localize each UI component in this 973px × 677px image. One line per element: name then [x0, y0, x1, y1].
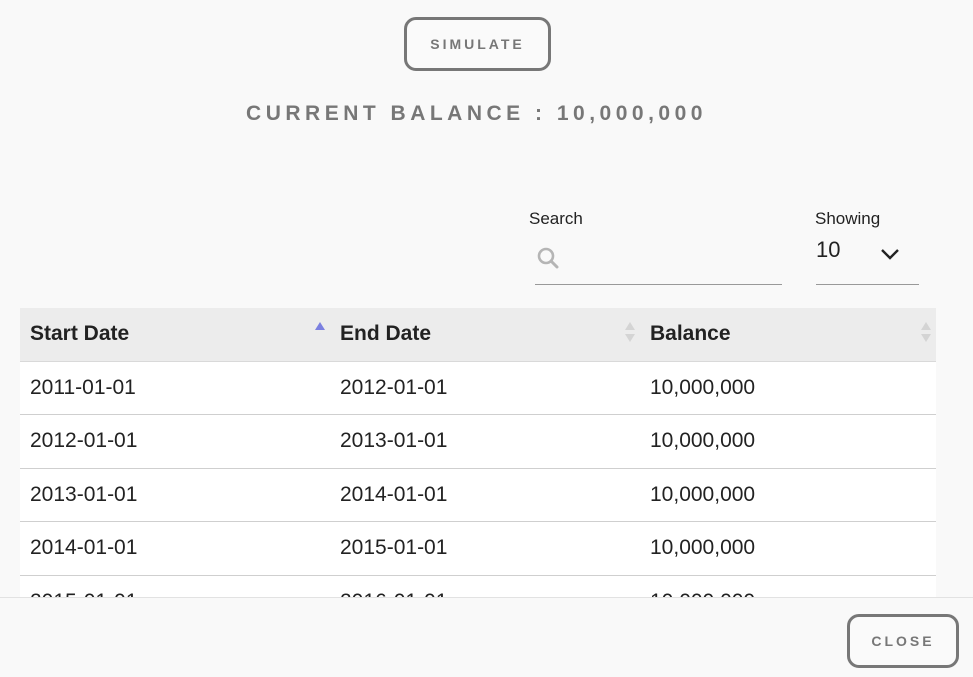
cell-start-date: 2015-01-01 — [20, 575, 330, 597]
cell-start-date: 2011-01-01 — [20, 361, 330, 415]
cell-end-date: 2016-01-01 — [330, 575, 640, 597]
cell-start-date: 2012-01-01 — [20, 414, 330, 469]
cell-balance: 10,000,000 — [640, 414, 936, 469]
column-header-balance[interactable]: Balance — [640, 308, 936, 362]
column-label: End Date — [340, 322, 432, 346]
showing-select[interactable]: 10 — [816, 234, 919, 285]
results-table: Start Date End Date Balance 2011-01-01 2… — [20, 308, 936, 597]
sort-icon — [625, 322, 635, 342]
table-row: 2012-01-01 2013-01-01 10,000,000 — [20, 414, 936, 469]
showing-value: 10 — [816, 237, 841, 262]
cell-balance: 10,000,000 — [640, 361, 936, 415]
cell-end-date: 2014-01-01 — [330, 468, 640, 522]
search-label: Search — [529, 209, 583, 228]
cell-start-date: 2014-01-01 — [20, 521, 330, 576]
cell-balance: 10,000,000 — [640, 575, 936, 597]
table-header-row: Start Date End Date Balance — [20, 308, 936, 362]
simulate-button[interactable]: SIMULATE — [404, 17, 551, 71]
column-label: Balance — [650, 322, 731, 346]
current-balance: CURRENT BALANCE : 10,000,000 — [246, 102, 707, 125]
chevron-down-icon — [881, 249, 899, 260]
cell-start-date: 2013-01-01 — [20, 468, 330, 522]
search-input[interactable] — [567, 241, 777, 277]
sort-ascending-icon — [315, 322, 325, 330]
cell-end-date: 2015-01-01 — [330, 521, 640, 576]
cell-end-date: 2013-01-01 — [330, 414, 640, 469]
sort-icon — [921, 322, 931, 342]
cell-end-date: 2012-01-01 — [330, 361, 640, 415]
table-row: 2015-01-01 2016-01-01 10,000,000 — [20, 575, 936, 597]
table-row: 2014-01-01 2015-01-01 10,000,000 — [20, 521, 936, 576]
close-button[interactable]: CLOSE — [847, 614, 959, 668]
column-header-start-date[interactable]: Start Date — [20, 308, 330, 362]
column-label: Start Date — [30, 322, 130, 346]
modal-footer: CLOSE — [0, 597, 973, 677]
cell-balance: 10,000,000 — [640, 521, 936, 576]
table-row: 2011-01-01 2012-01-01 10,000,000 — [20, 361, 936, 415]
column-header-end-date[interactable]: End Date — [330, 308, 640, 362]
showing-label: Showing — [815, 209, 881, 228]
search-field — [535, 237, 782, 285]
results-table-container: Start Date End Date Balance 2011-01-01 2… — [20, 308, 936, 597]
table-row: 2013-01-01 2014-01-01 10,000,000 — [20, 468, 936, 522]
search-icon — [537, 247, 559, 269]
simulation-modal: SIMULATE CURRENT BALANCE : 10,000,000 Se… — [0, 0, 973, 677]
cell-balance: 10,000,000 — [640, 468, 936, 522]
